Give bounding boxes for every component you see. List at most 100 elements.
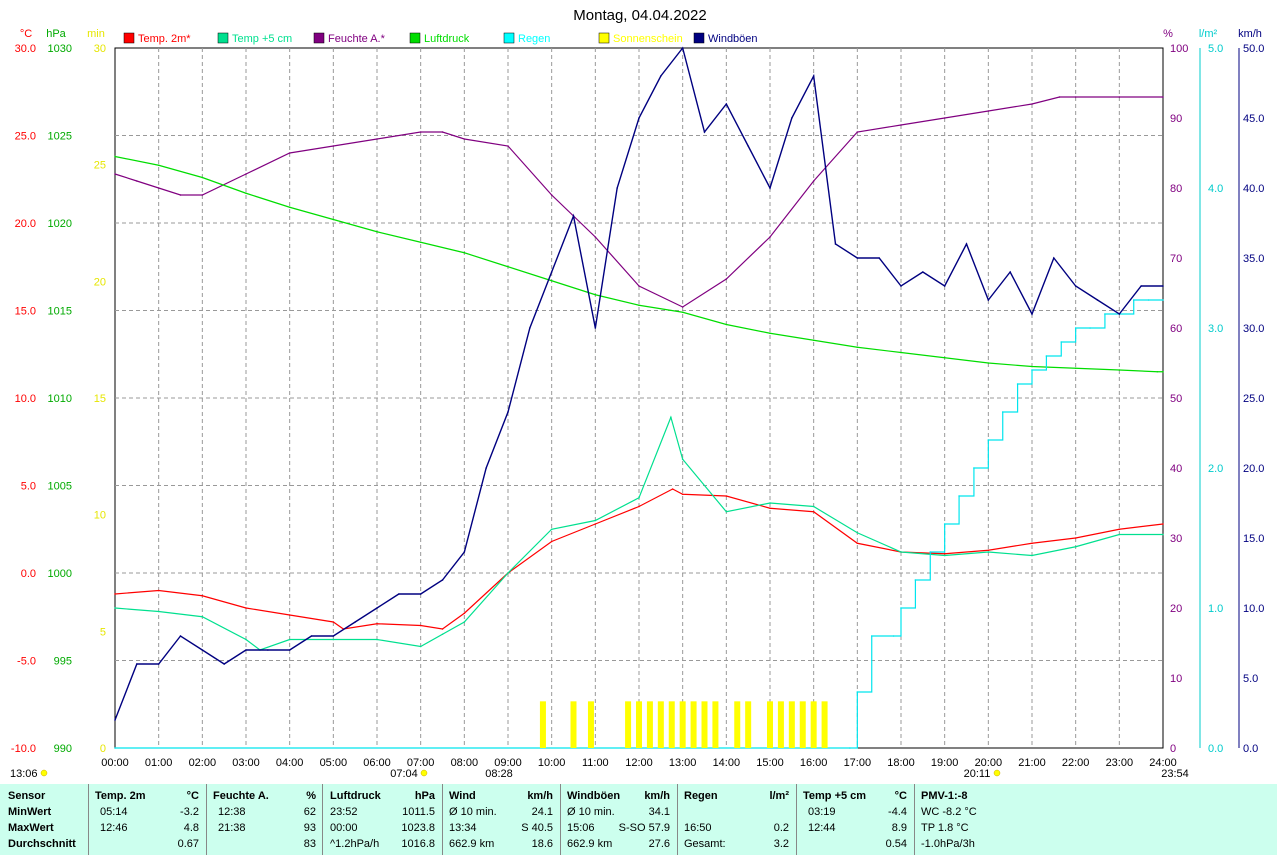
series-point-windb-en — [485, 467, 487, 469]
table-cell: 62 — [303, 806, 316, 818]
series-point-regen — [958, 495, 960, 497]
axis-unit-label: min — [87, 28, 105, 40]
column-divider — [914, 784, 915, 855]
series-point-windb-en — [354, 621, 356, 623]
x-tick-label: 12:00 — [625, 757, 653, 769]
series-point-windb-en — [900, 285, 902, 287]
table-cell: S-SO 57.9 — [618, 822, 670, 834]
rain-tick-label: 5.0 — [1208, 43, 1223, 55]
series-point-feuchte-a — [1031, 103, 1033, 105]
time-marker-label: 08:28 — [485, 768, 513, 780]
header-cell: Sensor — [8, 790, 46, 802]
x-tick-label: 22:00 — [1062, 757, 1090, 769]
axis-unit-label: km/h — [1238, 28, 1262, 40]
series-point-temp-5-cm — [1031, 554, 1033, 557]
legend-label: Temp. 2m* — [138, 33, 191, 45]
series-point-windb-en — [114, 719, 116, 721]
table-cell: 34.1 — [648, 806, 670, 818]
series-point-temp-2m — [1118, 528, 1121, 531]
header-cell: Feuchte A. — [213, 790, 269, 802]
time-marker-label: 23:54 — [1161, 768, 1189, 780]
series-point-temp-2m — [441, 628, 444, 630]
series-point-windb-en — [1140, 285, 1142, 287]
header-cell: °C — [186, 790, 199, 802]
legend-swatch — [503, 32, 515, 44]
table-cell: -4.4 — [888, 806, 907, 818]
humidity-tick-label: 60 — [1170, 323, 1182, 335]
series-point-windb-en — [332, 635, 335, 637]
series-point-feuchte-a — [638, 285, 640, 287]
sunshine-bar — [587, 701, 594, 748]
x-tick-label: 02:00 — [189, 757, 217, 769]
series-point-temp-2m — [1031, 542, 1033, 545]
weather-chart: Montag, 04.04.2022 30.0 25.0 20.0 15.0 10.0 5… — [10, 7, 1264, 780]
table-cell: 0.2 — [773, 822, 789, 834]
series-point-windb-en — [703, 131, 706, 133]
series-point-windb-en — [834, 243, 837, 245]
wind-tick-label: 45.0 — [1243, 113, 1264, 125]
column-divider — [796, 784, 797, 855]
x-tick-label: 17:00 — [844, 757, 872, 769]
sunshine-bar — [799, 701, 806, 748]
series-point-temp-2m — [943, 552, 946, 555]
series-point-windb-en — [376, 607, 378, 609]
legend-label: Luftdruck — [424, 33, 470, 45]
series-point-luftdruck — [332, 218, 335, 221]
series-point-luftdruck — [419, 241, 422, 244]
series-point-feuchte-a — [769, 236, 771, 238]
series-point-temp-5-cm — [507, 572, 509, 574]
grid — [114, 47, 1164, 749]
series-point-temp-2m — [245, 607, 247, 609]
table-cell: 0.54 — [885, 838, 907, 850]
series-point-luftdruck — [550, 279, 553, 282]
humidity-tick-label: 10 — [1170, 673, 1182, 685]
column-divider — [560, 784, 561, 855]
series-point-regen — [1060, 341, 1063, 343]
header-cell: km/h — [644, 790, 670, 802]
sunshine-bar — [745, 701, 752, 748]
series-point-luftdruck — [725, 323, 728, 326]
table-cell: 93 — [303, 822, 316, 834]
series-point-feuchte-a — [681, 306, 684, 308]
table-cell: 21:38 — [218, 822, 246, 834]
series-point-windb-en — [572, 215, 575, 217]
temp-tick-label: 15.0 — [15, 306, 36, 318]
pressure-tick-label: 1010 — [48, 393, 72, 405]
series-point-feuchte-a — [1118, 96, 1121, 98]
series-point-temp-2m — [114, 593, 116, 595]
x-tick-label: 08:00 — [451, 757, 479, 769]
header-cell: Temp +5 cm — [803, 790, 867, 802]
series-point-windb-en — [943, 285, 946, 287]
table-cell: 662.9 km — [449, 838, 495, 850]
pressure-tick-label: 1025 — [48, 131, 72, 143]
series-point-temp-5-cm — [900, 551, 902, 553]
series-point-temp-5-cm — [332, 638, 335, 641]
series-point-luftdruck — [463, 251, 466, 254]
series-point-regen — [1016, 383, 1019, 385]
x-tick-label: 10:00 — [538, 757, 566, 769]
x-tick-label: 19:00 — [931, 757, 959, 769]
humidity-tick-label: 90 — [1170, 113, 1182, 125]
legend-swatch — [409, 32, 421, 44]
series-point-regen — [1001, 411, 1004, 413]
series-point-luftdruck — [507, 265, 509, 268]
series-point-windb-en — [1053, 257, 1055, 259]
series-point-luftdruck — [376, 230, 378, 233]
sun-marker-icon — [40, 769, 48, 777]
series-point-temp-2m — [671, 488, 674, 490]
wind-tick-label: 50.0 — [1243, 43, 1264, 55]
sunshine-bar — [657, 701, 664, 748]
series-point-windb-en — [856, 257, 859, 259]
wind-tick-label: 35.0 — [1243, 253, 1264, 265]
series-point-windb-en — [245, 649, 247, 651]
legend-label: Temp +5 cm — [232, 33, 292, 45]
temp-tick-label: 5.0 — [21, 481, 36, 493]
pressure-tick-label: 1000 — [48, 568, 72, 580]
series-point-windb-en — [987, 299, 990, 301]
wind-tick-label: 5.0 — [1243, 673, 1258, 685]
table-cell: 16:50 — [684, 822, 712, 834]
series-point-windb-en — [223, 663, 225, 665]
legend: Temp. 2m* Temp +5 cm Feuchte A.* Luftdruck R… — [123, 32, 758, 45]
sunshine-bar — [625, 701, 632, 748]
series-point-feuchte-a — [507, 145, 509, 147]
